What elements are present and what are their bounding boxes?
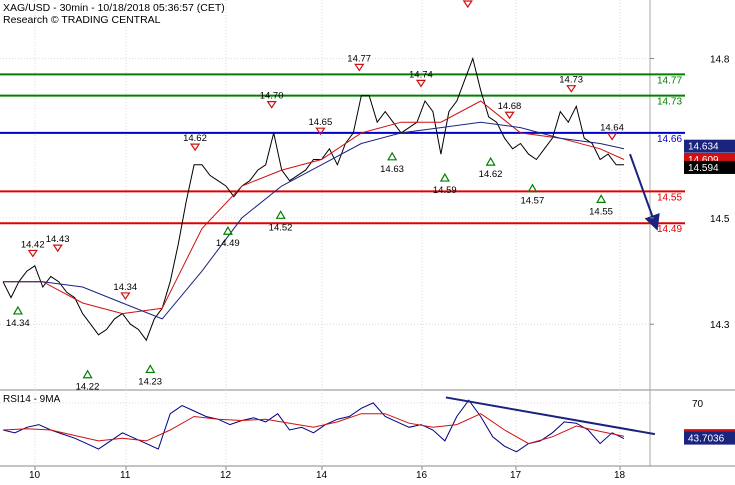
swing-high-label: 14.43 — [46, 234, 70, 245]
y-tick-label: 14.8 — [710, 54, 730, 65]
swing-low-label: 14.49 — [216, 238, 240, 249]
xagusd-chart: 14.77 14.73 14.66 14.55 14.49 14.42 14.43 14.3… — [0, 0, 735, 481]
swing-low-label: 14.23 — [138, 376, 162, 387]
swing-low-label: 14.57 — [520, 196, 544, 207]
level-label-resistance: 14.73 — [657, 97, 682, 108]
swing-high-label: 14.34 — [113, 282, 137, 293]
swing-high-label: 14.65 — [308, 117, 332, 128]
swing-low-label: 14.34 — [6, 318, 30, 329]
x-tick-label: 12 — [220, 470, 232, 480]
level-label-support: 14.55 — [657, 192, 682, 203]
level-label-support: 14.49 — [657, 224, 682, 235]
chart-root: 14.77 14.73 14.66 14.55 14.49 14.42 14.43 14.3… — [0, 0, 735, 481]
x-tick-label: 11 — [120, 470, 131, 480]
swing-high-label: 14.68 — [498, 101, 522, 112]
x-tick-label: 16 — [416, 470, 428, 480]
x-tick-label: 14 — [316, 470, 328, 480]
swing-high-label: 14.42 — [21, 239, 45, 250]
rsi-panel-title: RSI14 - 9MA — [3, 394, 61, 405]
level-label-resistance: 14.77 — [657, 75, 682, 86]
swing-high-label: 14.74 — [409, 69, 433, 80]
swing-high-label: 14.64 — [600, 123, 624, 134]
swing-high-label: 14.62 — [183, 133, 207, 144]
chart-header-title: XAG/USD - 30min - 10/18/2018 05:36:57 (C… — [3, 2, 225, 14]
swing-low-label: 14.22 — [76, 382, 100, 393]
x-tick-label: 17 — [510, 470, 522, 480]
price-tag-label: 14.634 — [688, 142, 719, 153]
rsi-tag-label: 43.7036 — [688, 434, 725, 445]
x-tick-label: 18 — [614, 470, 626, 480]
swing-high-label: 14.70 — [260, 91, 284, 102]
swing-low-label: 14.62 — [479, 169, 503, 180]
x-tick-label: 10 — [29, 470, 41, 480]
chart-background — [0, 0, 735, 480]
swing-low-label: 14.63 — [380, 164, 404, 175]
y-tick-label: 14.3 — [710, 320, 730, 331]
swing-high-label: 14.89 — [456, 0, 480, 1]
swing-low-label: 14.52 — [269, 222, 293, 233]
price-tag-label: 14.594 — [688, 163, 719, 174]
y-tick-label: 14.5 — [710, 214, 730, 225]
swing-high-label: 14.77 — [347, 53, 371, 64]
swing-high-label: 14.73 — [559, 75, 583, 86]
level-label-pivot: 14.66 — [657, 134, 682, 145]
swing-low-label: 14.59 — [433, 185, 457, 196]
rsi-tick-label: 70 — [692, 399, 704, 410]
swing-low-label: 14.55 — [589, 206, 613, 217]
chart-header-source: Research © TRADING CENTRAL — [3, 14, 161, 26]
